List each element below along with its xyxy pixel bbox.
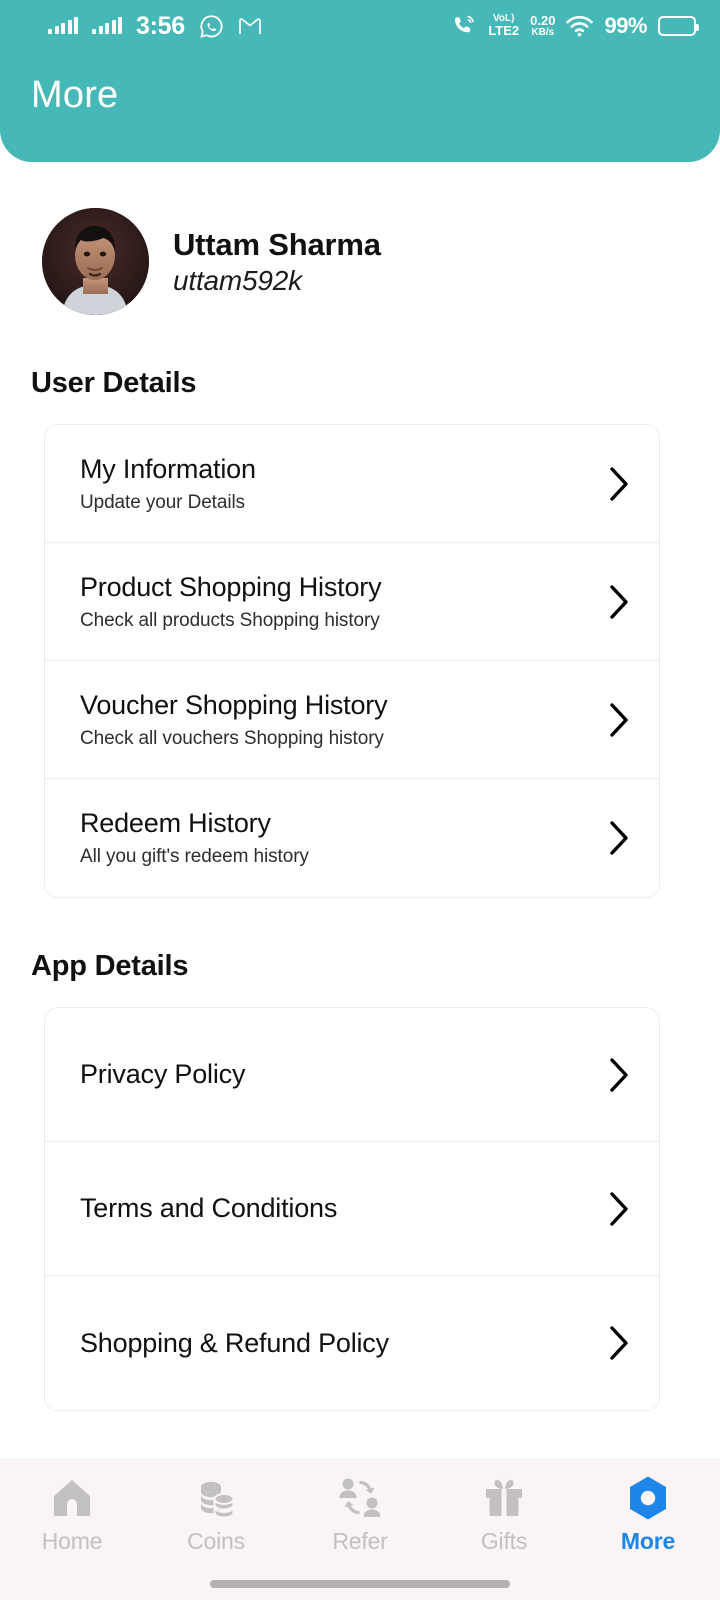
nav-label-more: More	[620, 1528, 676, 1554]
row-title: Privacy Policy	[80, 1059, 246, 1089]
profile-handle: uttam592k	[173, 264, 302, 296]
home-icon	[50, 1476, 94, 1520]
whatsapp-icon	[199, 14, 224, 39]
row-subtitle: Check all products Shopping history	[80, 609, 380, 631]
wifi-icon	[566, 15, 594, 37]
volte-label: VoL) LTE2	[488, 14, 520, 39]
chevron-right-icon[interactable]	[601, 1191, 637, 1227]
row-title: My Information	[80, 453, 256, 484]
nav-label-home: Home	[41, 1528, 103, 1554]
chevron-right-icon[interactable]	[601, 702, 637, 738]
chevron-right-icon[interactable]	[601, 1057, 637, 1093]
nav-label-coins: Coins	[187, 1528, 245, 1554]
page-content: Uttam Sharma uttam592k User Details My I…	[0, 162, 720, 1411]
chevron-right-icon[interactable]	[601, 466, 637, 502]
bottom-navigation: Home Coins Refer Gifts More	[0, 1458, 720, 1600]
profile-name: Uttam Sharma	[173, 226, 381, 262]
row-subtitle: Check all vouchers Shopping history	[80, 727, 384, 749]
avatar	[42, 208, 149, 315]
nav-item-home[interactable]: Home	[0, 1476, 144, 1555]
row-shopping-and-refund-policy[interactable]: Shopping & Refund Policy	[45, 1276, 659, 1410]
row-title: Shopping & Refund Policy	[80, 1327, 389, 1358]
row-title: Redeem History	[80, 808, 271, 838]
chevron-right-icon[interactable]	[601, 1325, 637, 1361]
hexagon-more-icon	[626, 1476, 670, 1520]
chevron-right-icon[interactable]	[601, 584, 637, 620]
nav-label-refer: Refer	[332, 1528, 388, 1554]
chevron-right-icon[interactable]	[601, 820, 637, 856]
coins-icon	[194, 1476, 238, 1520]
nav-item-refer[interactable]: Refer	[288, 1476, 432, 1555]
row-redeem-history[interactable]: Redeem History All you gift's redeem his…	[45, 779, 659, 897]
signal-bars-icon-2	[92, 17, 122, 34]
profile-header[interactable]: Uttam Sharma uttam592k	[0, 162, 720, 315]
app-details-card: Privacy Policy Terms and Conditions Shop…	[44, 1007, 660, 1411]
battery-percent: 99%	[604, 13, 647, 38]
row-subtitle: All you gift's redeem history	[80, 846, 309, 867]
section-title-user-details: User Details	[31, 367, 197, 399]
network-speed-unit: KB/s	[531, 26, 555, 38]
network-speed: 0.20 KB/s	[530, 14, 555, 38]
status-time: 3:56	[136, 11, 185, 40]
signal-bars-icon	[48, 17, 78, 34]
row-subtitle: Update your Details	[80, 491, 245, 513]
gmail-icon	[238, 16, 262, 36]
app-header: 3:56 VoL) LTE2 0.20 KB/s 99% More	[0, 0, 720, 162]
row-my-information[interactable]: My Information Update your Details	[45, 425, 659, 543]
row-title: Product Shopping History	[80, 571, 382, 602]
row-title: Voucher Shopping History	[80, 689, 388, 720]
row-voucher-shopping-history[interactable]: Voucher Shopping History Check all vouch…	[45, 661, 659, 779]
section-title-app-details: App Details	[31, 950, 189, 982]
nav-item-gifts[interactable]: Gifts	[432, 1476, 576, 1555]
gift-icon	[482, 1476, 526, 1520]
row-privacy-policy[interactable]: Privacy Policy	[45, 1008, 659, 1142]
volte-line-2: LTE2	[488, 23, 520, 39]
refer-icon	[337, 1476, 383, 1520]
home-indicator	[210, 1580, 510, 1588]
nav-item-coins[interactable]: Coins	[144, 1476, 288, 1555]
status-bar: 3:56 VoL) LTE2 0.20 KB/s 99%	[0, 0, 720, 52]
nav-label-gifts: Gifts	[480, 1528, 528, 1554]
row-title: Terms and Conditions	[80, 1193, 338, 1223]
network-speed-value: 0.20	[530, 12, 556, 28]
user-details-card: My Information Update your Details Produ…	[44, 424, 660, 898]
row-terms-and-conditions[interactable]: Terms and Conditions	[45, 1142, 659, 1276]
page-title: More	[31, 74, 119, 116]
volte-call-icon	[451, 14, 477, 38]
battery-icon	[658, 16, 699, 36]
nav-item-more[interactable]: More	[576, 1476, 720, 1555]
row-product-shopping-history[interactable]: Product Shopping History Check all produ…	[45, 543, 659, 661]
